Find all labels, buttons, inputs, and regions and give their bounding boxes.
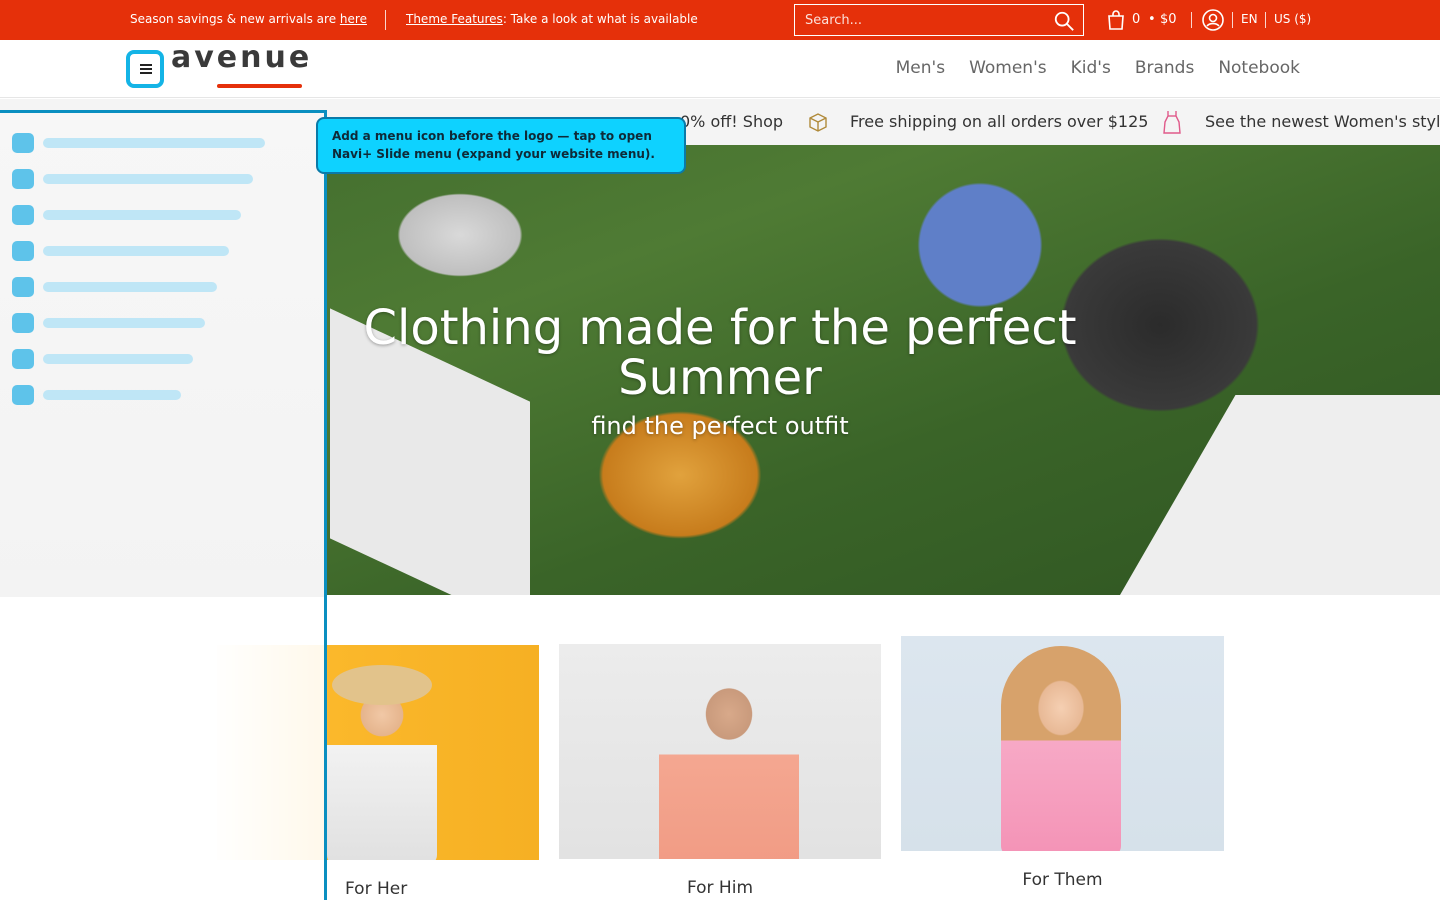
cart-separator: •: [1148, 12, 1156, 27]
placeholder-icon: [12, 205, 34, 225]
theme-features-link[interactable]: Theme Features: [406, 12, 503, 26]
hero-image-detail: [1120, 395, 1440, 595]
announcement-1-link[interactable]: here: [340, 12, 367, 26]
placeholder-line: [43, 210, 241, 220]
placeholder-icon: [12, 349, 34, 369]
placeholder-icon: [12, 313, 34, 333]
divider: [385, 10, 386, 30]
search-icon[interactable]: [1053, 10, 1075, 32]
child-figure: [1001, 646, 1121, 851]
category-tile-them[interactable]: For Them: [901, 636, 1224, 890]
category-label[interactable]: For Them: [901, 870, 1224, 890]
announcement-2: Theme Features: Take a look at what is a…: [406, 12, 698, 26]
announcement-2-text: : Take a look at what is available: [502, 12, 698, 26]
nav-brands[interactable]: Brands: [1135, 58, 1195, 78]
announcement-bar: Season savings & new arrivals are here T…: [0, 0, 1440, 40]
placeholder-line: [43, 282, 217, 292]
placeholder-icon: [12, 241, 34, 261]
placeholder-icon: [12, 385, 34, 405]
nav-notebook[interactable]: Notebook: [1218, 58, 1300, 78]
divider: [1265, 12, 1266, 28]
account-icon[interactable]: [1201, 8, 1225, 32]
promo-item[interactable]: Free shipping on all orders over $125: [850, 112, 1148, 131]
placeholder-line: [43, 174, 253, 184]
cart-count[interactable]: 0: [1132, 12, 1140, 27]
category-image[interactable]: [559, 644, 881, 859]
hero-subtitle: find the perfect outfit: [591, 412, 849, 440]
placeholder-icon: [12, 169, 34, 189]
dress-icon: [1163, 111, 1181, 134]
search-input[interactable]: [795, 5, 1045, 35]
nav-kids[interactable]: Kid's: [1071, 58, 1111, 78]
placeholder-icon: [12, 277, 34, 297]
promo-item[interactable]: See the newest Women's style: [1205, 112, 1440, 131]
hat: [332, 665, 432, 705]
announcement-1: Season savings & new arrivals are here: [130, 12, 367, 26]
man-figure: [659, 684, 799, 859]
menu-icon: [140, 64, 152, 76]
placeholder-line: [43, 318, 205, 328]
placeholder-line: [43, 390, 181, 400]
site-header: avenue Men's Women's Kid's Brands Notebo…: [0, 40, 1440, 98]
placeholder-icon: [12, 133, 34, 153]
site-logo[interactable]: avenue: [171, 40, 312, 75]
currency-selector[interactable]: US ($): [1274, 12, 1311, 26]
nav-womens[interactable]: Women's: [969, 58, 1047, 78]
language-selector[interactable]: EN: [1241, 12, 1258, 26]
announcement-1-text: Season savings & new arrivals are: [130, 12, 340, 26]
divider: [1191, 12, 1192, 28]
placeholder-line: [43, 246, 229, 256]
main-nav: Men's Women's Kid's Brands Notebook: [896, 58, 1300, 78]
category-tile-him[interactable]: For Him: [559, 644, 881, 898]
hero-title: Clothing made for the perfect Summer: [363, 300, 1077, 406]
placeholder-line: [43, 138, 265, 148]
category-label[interactable]: For Him: [559, 878, 881, 898]
promo-item[interactable]: 0% off! Shop: [680, 112, 783, 131]
cart-total[interactable]: $0: [1160, 12, 1177, 27]
category-image[interactable]: [901, 636, 1224, 851]
placeholder-line: [43, 354, 193, 364]
divider: [1232, 12, 1233, 28]
slide-menu-preview[interactable]: [0, 110, 327, 900]
logo-underline: [217, 84, 302, 88]
search-box: [794, 4, 1084, 36]
nav-mens[interactable]: Men's: [896, 58, 945, 78]
cart-icon[interactable]: [1104, 8, 1128, 32]
box-icon: [809, 113, 827, 132]
onboarding-tooltip: Add a menu icon before the logo — tap to…: [316, 117, 686, 174]
menu-button[interactable]: [126, 50, 164, 88]
